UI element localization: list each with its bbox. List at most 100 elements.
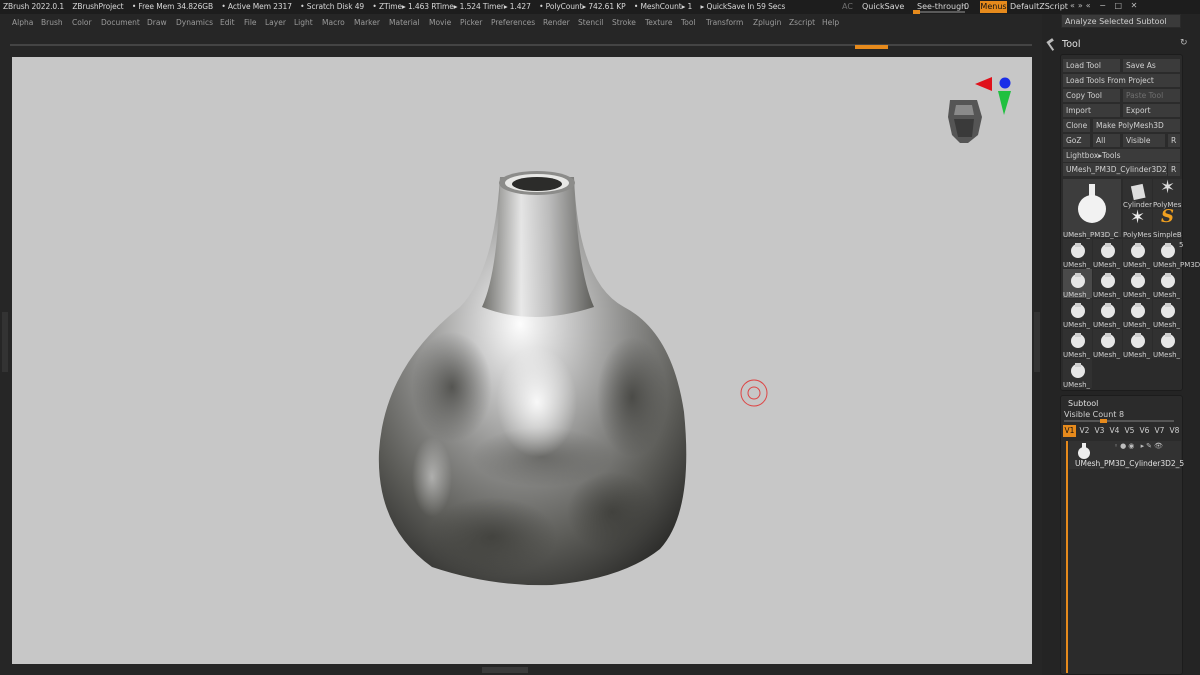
tool-thumb-umesh[interactable]: UMesh_ <box>1093 329 1122 359</box>
tool-thumb-umesh[interactable]: UMesh_PM3D_C <box>1153 239 1200 269</box>
ac-button[interactable]: AC <box>842 2 853 11</box>
tool-thumb-umesh[interactable]: UMesh_ <box>1063 239 1092 269</box>
analyze-subtool-button[interactable]: Analyze Selected Subtool <box>1061 14 1181 28</box>
menu-tool[interactable]: Tool <box>681 18 696 27</box>
menu-marker[interactable]: Marker <box>354 18 380 27</box>
window-controls[interactable]: «»« − □ ✕ <box>1070 1 1140 10</box>
save-as-button[interactable]: Save As <box>1123 59 1180 72</box>
import-button[interactable]: Import <box>1063 104 1120 117</box>
tool-thumb-umesh[interactable]: UMesh_ <box>1123 239 1152 269</box>
right-tray-grip[interactable] <box>1034 312 1040 372</box>
menu-material[interactable]: Material <box>389 18 419 27</box>
menu-document[interactable]: Document <box>101 18 140 27</box>
tool-thumb-cylinder[interactable]: Cylinder <box>1123 179 1152 209</box>
version-button-v6[interactable]: V6 <box>1138 425 1151 437</box>
menus-toggle[interactable]: Menus <box>980 1 1007 13</box>
version-button-v7[interactable]: V7 <box>1153 425 1166 437</box>
menu-preferences[interactable]: Preferences <box>491 18 535 27</box>
bottom-tray-grip[interactable] <box>482 667 528 673</box>
vase-icon <box>1069 271 1087 291</box>
version-button-v1[interactable]: V1 <box>1063 425 1076 437</box>
make-polymesh-button[interactable]: Make PolyMesh3D <box>1093 119 1180 132</box>
goz-all-button[interactable]: All <box>1093 134 1120 147</box>
menu-texture[interactable]: Texture <box>645 18 672 27</box>
tool-thumb-umesh[interactable]: UMesh_ <box>1123 269 1152 299</box>
menu-transform[interactable]: Transform <box>706 18 743 27</box>
tool-thumb-polymesh-2[interactable]: ✶ PolyMes <box>1123 207 1152 239</box>
tool-thumb-umesh[interactable]: UMesh_ <box>1153 329 1182 359</box>
version-button-v3[interactable]: V3 <box>1093 425 1106 437</box>
quicksave-button[interactable]: QuickSave <box>862 2 904 11</box>
vase-icon <box>1129 271 1147 291</box>
clone-button[interactable]: Clone <box>1063 119 1090 132</box>
version-button-v4[interactable]: V4 <box>1108 425 1121 437</box>
menu-layer[interactable]: Layer <box>265 18 286 27</box>
tool-thumb-umesh[interactable]: UMesh_ <box>1093 239 1122 269</box>
brush-cursor <box>740 379 768 407</box>
current-tool-r-button[interactable]: R <box>1168 163 1180 176</box>
goz-r-button[interactable]: R <box>1168 134 1180 147</box>
menu-file[interactable]: File <box>244 18 257 27</box>
menu-stroke[interactable]: Stroke <box>612 18 636 27</box>
goz-visible-button[interactable]: Visible <box>1123 134 1165 147</box>
load-tools-from-project-button[interactable]: Load Tools From Project <box>1063 74 1180 87</box>
tool-thumb-umesh[interactable]: UMesh_ <box>1063 329 1092 359</box>
tool-thumb-simplebrush[interactable]: S SimpleB <box>1153 206 1182 239</box>
document-canvas[interactable] <box>12 57 1032 664</box>
menu-dynamics[interactable]: Dynamics <box>176 18 213 27</box>
copy-tool-button[interactable]: Copy Tool <box>1063 89 1120 102</box>
document-scroll-indicator[interactable] <box>855 45 888 49</box>
tool-thumb-umesh[interactable]: UMesh_ <box>1153 299 1182 329</box>
tool-thumb-umesh[interactable]: UMesh_ <box>1093 299 1122 329</box>
tool-thumb-umesh[interactable]: UMesh_ <box>1123 329 1152 359</box>
menu-stencil[interactable]: Stencil <box>578 18 603 27</box>
menu-zscript[interactable]: Zscript <box>789 18 815 27</box>
see-through-slider[interactable]: See-through 0 <box>913 1 973 14</box>
menu-macro[interactable]: Macro <box>322 18 345 27</box>
menu-brush[interactable]: Brush <box>41 18 63 27</box>
title-bar: ZBrush 2022.0.1 ZBrushProject • Free Mem… <box>0 0 1200 14</box>
menu-alpha[interactable]: Alpha <box>12 18 33 27</box>
current-tool-slider[interactable]: UMesh_PM3D_Cylinder3D2_5 <box>1063 163 1167 176</box>
vase-icon <box>1069 241 1087 261</box>
menu-help[interactable]: Help <box>822 18 839 27</box>
version-button-v8[interactable]: V8 <box>1168 425 1181 437</box>
version-button-v2[interactable]: V2 <box>1078 425 1091 437</box>
tool-thumb-umesh[interactable]: UMesh_ <box>1063 299 1092 329</box>
menu-zplugin[interactable]: Zplugin <box>753 18 781 27</box>
active-tool-thumbnail[interactable]: UMesh_PM3D_C <box>1063 179 1121 239</box>
menu-movie[interactable]: Movie <box>429 18 451 27</box>
tool-thumb-umesh[interactable]: UMesh_ <box>1093 269 1122 299</box>
title-info: ZBrush 2022.0.1 ZBrushProject • Free Mem… <box>3 2 791 11</box>
left-tray-grip[interactable] <box>2 312 8 372</box>
default-zscript-button[interactable]: DefaultZScript <box>1010 2 1068 11</box>
vase-icon <box>1129 301 1147 321</box>
export-button[interactable]: Export <box>1123 104 1180 117</box>
menu-edit[interactable]: Edit <box>220 18 235 27</box>
tool-palette-header[interactable]: Tool ↻ <box>1045 38 1193 52</box>
menu-picker[interactable]: Picker <box>460 18 482 27</box>
version-button-v5[interactable]: V5 <box>1123 425 1136 437</box>
menu-color[interactable]: Color <box>72 18 92 27</box>
vase-model[interactable] <box>12 57 1032 664</box>
visible-count-knob[interactable] <box>1100 419 1108 423</box>
subtool-item[interactable]: ◦●◉ ▸✎👁 UMesh_PM3D_Cylinder3D2_5 <box>1069 441 1184 469</box>
lightbox-tools-button[interactable]: Lightbox▸Tools <box>1063 149 1180 162</box>
refresh-icon[interactable]: ↻ <box>1180 38 1188 48</box>
see-through-value: 0 <box>964 2 970 11</box>
menu-render[interactable]: Render <box>543 18 570 27</box>
subtool-item-icons[interactable]: ◦●◉ ▸✎👁 <box>1114 442 1165 450</box>
paste-tool-button[interactable]: Paste Tool <box>1123 89 1180 102</box>
visible-count-slider[interactable] <box>1064 420 1174 422</box>
hammer-icon <box>1046 38 1055 51</box>
project-name: ZBrushProject <box>72 2 124 11</box>
tool-thumb-polymesh-1[interactable]: ✶ PolyMes <box>1153 177 1182 209</box>
load-tool-button[interactable]: Load Tool <box>1063 59 1120 72</box>
tool-thumb-umesh[interactable]: UMesh_ <box>1123 299 1152 329</box>
tool-thumb-umesh[interactable]: UMesh_ <box>1063 269 1092 299</box>
goz-button[interactable]: GoZ <box>1063 134 1090 147</box>
tool-thumb-umesh[interactable]: UMesh_ <box>1063 359 1092 389</box>
menu-light[interactable]: Light <box>294 18 313 27</box>
tool-thumb-umesh[interactable]: UMesh_ <box>1153 269 1182 299</box>
menu-draw[interactable]: Draw <box>147 18 167 27</box>
